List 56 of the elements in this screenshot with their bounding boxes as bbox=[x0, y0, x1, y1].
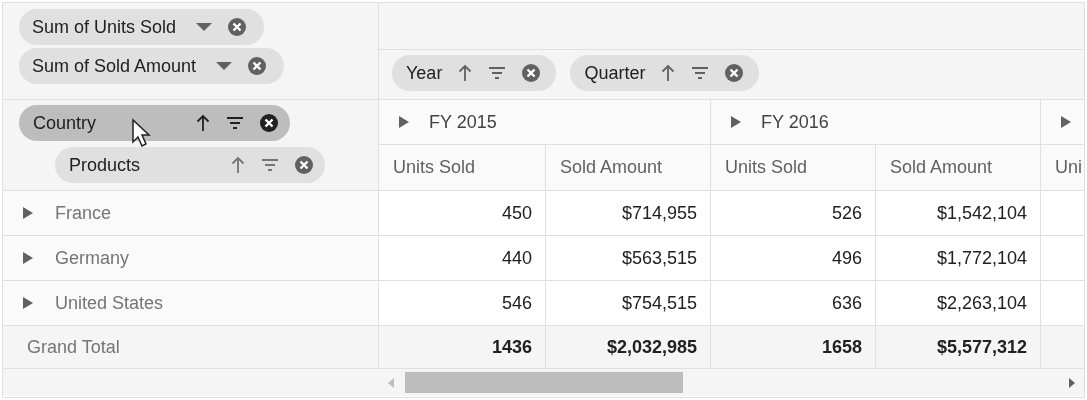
close-icon[interactable] bbox=[248, 57, 267, 75]
column-group-header[interactable]: FY 2016 bbox=[711, 100, 1041, 144]
mouse-pointer-icon bbox=[131, 118, 151, 148]
close-icon[interactable] bbox=[295, 156, 313, 174]
table-cell: $5,577,312 bbox=[876, 326, 1041, 368]
column-field-chip[interactable]: Year bbox=[392, 55, 557, 91]
row-field-chip[interactable]: Products bbox=[55, 147, 325, 183]
row-header[interactable]: United States bbox=[55, 289, 164, 317]
table-cell: 440 bbox=[379, 236, 546, 280]
table-cell: 1436 bbox=[379, 326, 546, 368]
scroll-right-icon[interactable] bbox=[1068, 377, 1076, 388]
table-cell: $563,515 bbox=[546, 236, 711, 280]
dropdown-caret-icon[interactable] bbox=[216, 61, 233, 71]
close-icon[interactable] bbox=[260, 114, 278, 132]
expand-icon[interactable] bbox=[23, 207, 33, 219]
expand-icon[interactable] bbox=[399, 116, 409, 128]
grand-total-label: Grand Total bbox=[27, 335, 120, 359]
column-header: Units Sold bbox=[711, 145, 876, 190]
table-cell: 636 bbox=[711, 281, 876, 325]
table-cell: $2,263,104 bbox=[876, 281, 1041, 325]
sort-ascending-icon[interactable] bbox=[458, 64, 473, 82]
table-cell: 546 bbox=[379, 281, 546, 325]
expand-icon[interactable] bbox=[23, 252, 33, 264]
column-header: Units Sold bbox=[379, 145, 546, 190]
value-field-chip[interactable]: Sum of Units Sold bbox=[19, 9, 265, 45]
table-cell: $1,772,104 bbox=[876, 236, 1041, 280]
sort-ascending-icon[interactable] bbox=[196, 114, 210, 132]
close-icon[interactable] bbox=[522, 64, 541, 82]
table-cell: $714,955 bbox=[546, 191, 711, 235]
column-field-chip[interactable]: Quarter bbox=[570, 55, 760, 91]
expand-icon[interactable] bbox=[731, 116, 741, 128]
table-cell: 496 bbox=[711, 236, 876, 280]
value-field-chip[interactable]: Sum of Sold Amount bbox=[19, 48, 285, 84]
column-header: Sold Amount bbox=[546, 145, 711, 190]
row-field-chip[interactable]: Country bbox=[19, 105, 290, 141]
close-icon[interactable] bbox=[725, 64, 744, 82]
table-cell: 1658 bbox=[711, 326, 876, 368]
table-cell: 450 bbox=[379, 191, 546, 235]
column-header: Uni bbox=[1054, 156, 1083, 179]
table-cell: $754,515 bbox=[546, 281, 711, 325]
filter-icon[interactable] bbox=[488, 66, 507, 80]
table-cell: $2,032,985 bbox=[546, 326, 711, 368]
column-header: Sold Amount bbox=[876, 145, 1041, 190]
scrollbar-thumb[interactable] bbox=[405, 372, 683, 393]
dropdown-caret-icon[interactable] bbox=[196, 22, 213, 32]
filter-icon[interactable] bbox=[226, 116, 244, 130]
table-cell: $1,542,104 bbox=[876, 191, 1041, 235]
expand-icon[interactable] bbox=[23, 297, 33, 309]
sort-ascending-icon[interactable] bbox=[661, 64, 676, 82]
filter-icon[interactable] bbox=[691, 66, 710, 80]
row-header[interactable]: France bbox=[55, 199, 112, 227]
close-icon[interactable] bbox=[228, 18, 247, 36]
expand-icon[interactable] bbox=[1061, 116, 1071, 128]
column-group-header[interactable]: FY 2015 bbox=[379, 100, 711, 144]
row-header[interactable]: Germany bbox=[55, 244, 130, 272]
table-cell: 526 bbox=[711, 191, 876, 235]
